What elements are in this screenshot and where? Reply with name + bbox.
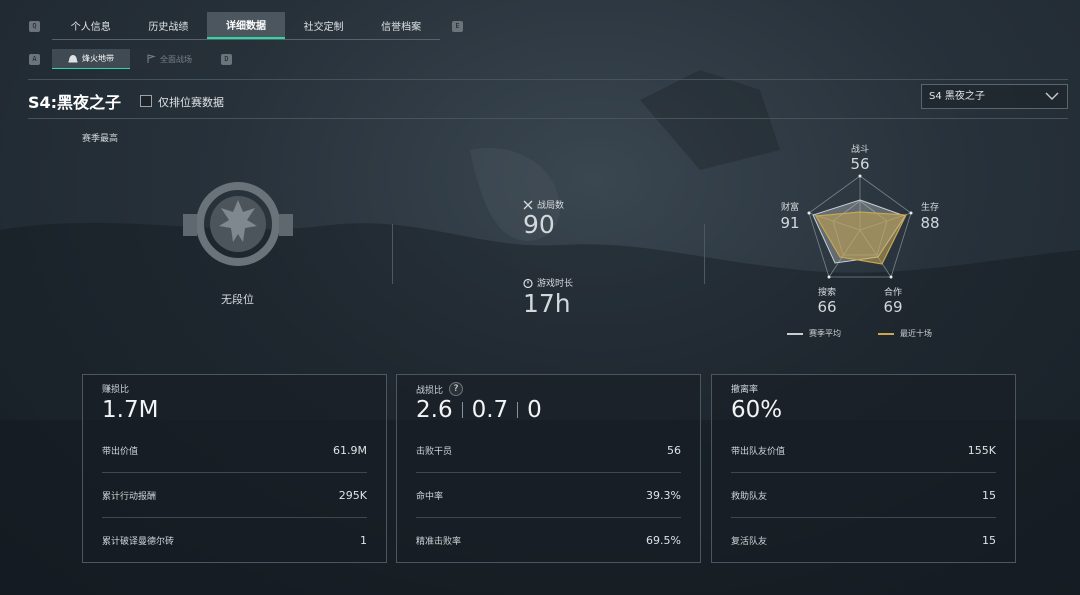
tab-personal-info[interactable]: 个人信息 (52, 12, 130, 39)
extracted-value-label: 带出价值 (102, 447, 139, 457)
mode-tab-bar: 烽火地带 全面战场 (52, 49, 208, 69)
rank-emblem-icon (183, 182, 293, 266)
teammates-revived-label: 复活队友 (731, 537, 768, 547)
flag-icon (147, 54, 156, 63)
tab-detailed-data[interactable]: 详细数据 (207, 12, 285, 39)
extraction-rate-card: 撤离率 60% 带出队友价值 155K 救助队友 15 复活队友 15 (711, 374, 1016, 563)
legend-season-average-label: 赛季平均 (809, 329, 841, 338)
kd-ratio-value-3: 0 (527, 397, 542, 423)
decoded-bricks-label: 累计破译曼德尔砖 (102, 537, 175, 547)
season-title: S4:黑夜之子 (28, 93, 122, 112)
tab-hazard-zone[interactable]: 烽火地带 (52, 49, 130, 69)
radar-survival-value: 88 (920, 214, 940, 232)
legend-recent-ten: 最近十场 (878, 328, 932, 339)
divider (517, 402, 519, 418)
ranked-only-label: 仅排位赛数据 (158, 96, 224, 109)
radar-teamwork-value: 69 (883, 298, 903, 316)
help-icon[interactable]: ? (449, 382, 464, 396)
profit-ratio-value: 1.7M (102, 397, 159, 423)
operators-defeated-label: 击败干员 (416, 447, 453, 457)
radar-teamwork-label: 合作 (883, 288, 902, 298)
kd-ratio-value-2: 0.7 (471, 397, 509, 423)
list-item: 累计破译曼德尔砖 1 (102, 518, 367, 563)
list-item: 救助队友 15 (731, 473, 996, 518)
tab-match-history[interactable]: 历史战绩 (130, 12, 208, 39)
divider (704, 224, 705, 284)
next-tab-key-hint: E (452, 21, 463, 32)
profit-ratio-label: 赚损比 (102, 385, 130, 395)
season-best-label: 赛季最高 (82, 134, 119, 144)
extracted-value-value: 61.9M (333, 444, 367, 457)
teammates-revived-value: 15 (982, 534, 996, 547)
next-mode-key-hint: D (221, 54, 232, 65)
list-item: 击败干员 56 (416, 428, 681, 473)
tab-reputation-record[interactable]: 信誉档案 (362, 12, 440, 39)
list-item: 复活队友 15 (731, 518, 996, 563)
radar-recent-ten-shape (815, 211, 907, 265)
list-item: 累计行动报酬 295K (102, 473, 367, 518)
radar-search-label: 搜索 (817, 288, 836, 298)
radar-wealth-label: 财富 (780, 203, 799, 213)
kd-ratio-label: 战损比 (416, 385, 444, 396)
legend-season-average-swatch (787, 332, 803, 335)
prev-tab-key-hint: Q (29, 21, 40, 32)
ranked-only-checkbox[interactable] (140, 95, 152, 107)
main-tab-bar: 个人信息 历史战绩 详细数据 社交定制 信誉档案 (52, 12, 440, 40)
kd-ratio-card: 战损比 ? 2.6 0.7 0 击败干员 56 命中率 39.3% 精准击败率 … (396, 374, 701, 563)
radar-wealth-value: 91 (780, 214, 800, 232)
divider (28, 118, 1068, 119)
hit-rate-label: 命中率 (416, 492, 444, 502)
extraction-rate-label: 撤离率 (731, 385, 759, 395)
legend-season-average: 赛季平均 (787, 328, 841, 339)
matches-value: 90 (523, 210, 555, 239)
kd-ratio-values: 2.6 0.7 0 (416, 397, 542, 423)
list-item: 带出价值 61.9M (102, 428, 367, 473)
decoded-bricks-value: 1 (360, 534, 367, 547)
teammate-value-label: 带出队友价值 (731, 447, 786, 457)
teammates-helped-label: 救助队友 (731, 492, 768, 502)
precision-kill-rate-value: 69.5% (646, 534, 681, 547)
hit-rate-value: 39.3% (646, 489, 681, 502)
tab-social-customization[interactable]: 社交定制 (285, 12, 363, 39)
divider (461, 402, 463, 418)
playtime-stat: 游戏时长 (523, 276, 573, 289)
mission-reward-value: 295K (338, 489, 367, 502)
mission-reward-label: 累计行动报酬 (102, 492, 157, 502)
radar-survival-label: 生存 (920, 203, 939, 213)
operators-defeated-value: 56 (667, 444, 681, 457)
season-select[interactable]: S4 黑夜之子 (921, 84, 1068, 109)
tab-full-battlefield[interactable]: 全面战场 (130, 49, 208, 69)
playtime-value: 17h (523, 289, 571, 318)
radar-search-value: 66 (817, 298, 837, 316)
tab-hazard-zone-label: 烽火地带 (82, 54, 114, 63)
list-item: 带出队友价值 155K (731, 428, 996, 473)
legend-recent-ten-swatch (878, 332, 894, 335)
playtime-label: 游戏时长 (537, 279, 574, 289)
radar-combat-value: 56 (850, 155, 870, 173)
prev-mode-key-hint: A (29, 54, 40, 65)
crossed-swords-icon (523, 200, 533, 209)
list-item: 命中率 39.3% (416, 473, 681, 518)
profit-ratio-card: 赚损比 1.7M 带出价值 61.9M 累计行动报酬 295K 累计破译曼德尔砖… (82, 374, 387, 563)
precision-kill-rate-label: 精准击败率 (416, 537, 462, 547)
helmet-icon (68, 54, 78, 62)
stopwatch-icon (523, 278, 533, 288)
legend-recent-ten-label: 最近十场 (900, 329, 932, 338)
divider (392, 224, 393, 284)
teammate-value-value: 155K (967, 444, 996, 457)
divider (28, 79, 1068, 80)
kd-ratio-value-1: 2.6 (416, 397, 453, 423)
tab-full-battlefield-label: 全面战场 (160, 54, 192, 64)
extraction-rate-value: 60% (731, 397, 783, 423)
radar-combat-label: 战斗 (850, 145, 869, 155)
list-item: 精准击败率 69.5% (416, 518, 681, 563)
chevron-down-icon (1045, 92, 1059, 100)
kd-ratio-header: 战损比 ? (416, 382, 464, 396)
season-select-value: S4 黑夜之子 (929, 91, 985, 102)
rank-name: 无段位 (221, 293, 254, 306)
teammates-helped-value: 15 (982, 489, 996, 502)
